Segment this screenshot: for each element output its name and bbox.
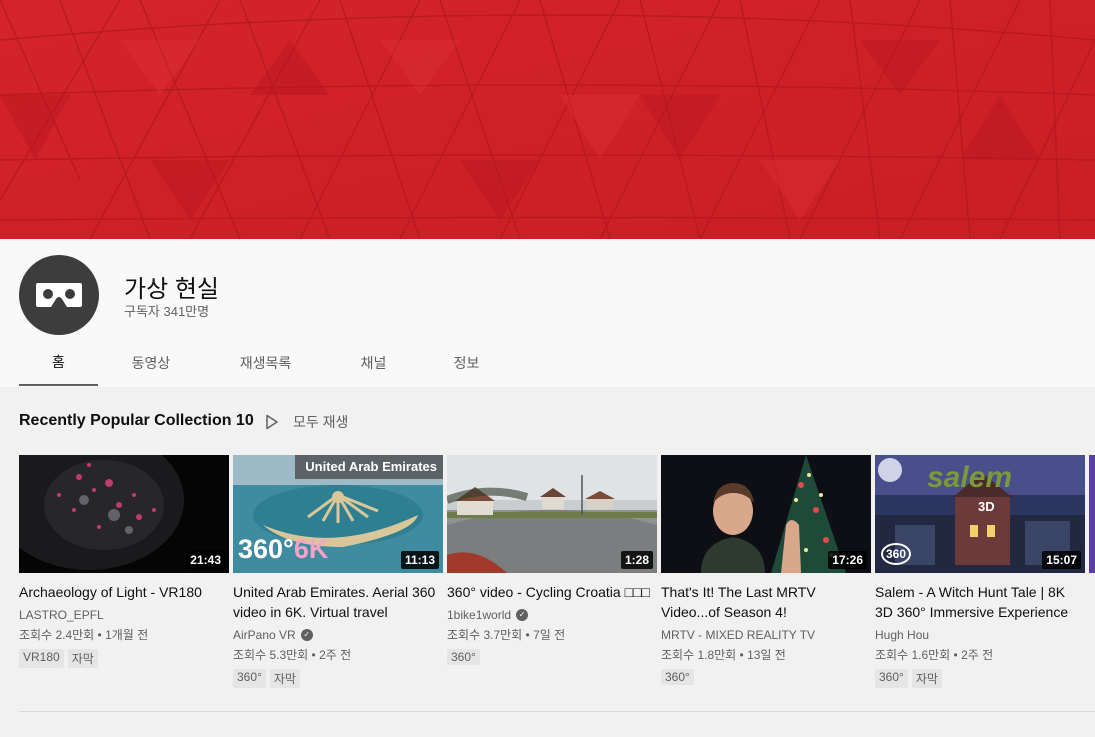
- thumbnail-360-icon: 360: [881, 543, 912, 565]
- play-all-button[interactable]: 모두 재생: [265, 412, 348, 432]
- channel-name-label: LASTRO_EPFL: [19, 608, 104, 622]
- badge: 자막: [67, 649, 98, 668]
- channel-name-label: 1bike1world: [447, 608, 512, 622]
- video-title[interactable]: United Arab Emirates. Aerial 360 video i…: [233, 582, 443, 622]
- video-title[interactable]: Archaeology of Light - VR180: [19, 582, 229, 602]
- video-badges: VR180 자막: [19, 649, 229, 668]
- tab-videos[interactable]: 동영상: [98, 340, 204, 386]
- video-badges: 360°: [447, 649, 657, 665]
- channel-banner: [0, 0, 1095, 239]
- video-meta: 조회수 5.3만회 • 2주 전: [233, 648, 352, 662]
- video-thumbnail[interactable]: salem 3D 360 15:07: [875, 455, 1085, 573]
- video-duration: 11:13: [400, 551, 439, 569]
- thumbnail-location-label: United Arab Emirates: [295, 455, 443, 479]
- thumbnail-salem-text: salem: [927, 461, 1013, 494]
- badge: 360°: [875, 669, 908, 688]
- badge: 360°: [447, 649, 480, 665]
- shelf-title[interactable]: Recently Popular Collection 10: [19, 412, 254, 430]
- channel-name: 가상 현실: [124, 276, 219, 303]
- thumbnail-360-text: 360°: [238, 534, 294, 564]
- badge: 360°: [233, 669, 266, 688]
- video-thumbnail[interactable]: 21:43: [19, 455, 229, 573]
- tab-about[interactable]: 정보: [420, 340, 513, 386]
- subscriber-count: 구독자 341만명: [124, 304, 210, 319]
- video-card[interactable]: United Arab Emirates 360°6K 11:13 United…: [233, 455, 443, 688]
- channel-header: 가상 현실 구독자 341만명 홈 동영상 재생목록 채널 정보: [0, 239, 1095, 387]
- video-channel[interactable]: MRTV - MIXED REALITY TV: [661, 628, 871, 642]
- section-divider: [19, 711, 1095, 712]
- thumbnail-overlay-text: 360°6K: [238, 534, 328, 565]
- badge: 자막: [269, 669, 300, 688]
- video-duration: 15:07: [1042, 551, 1081, 569]
- badge: 360°: [661, 669, 694, 685]
- video-thumbnail[interactable]: 17:26: [661, 455, 871, 573]
- video-badges: 360°: [661, 669, 871, 685]
- video-channel[interactable]: LASTRO_EPFL: [19, 608, 229, 622]
- vr-headset-icon: [36, 283, 82, 307]
- video-meta: 조회수 1.8만회 • 13일 전: [661, 648, 786, 662]
- verified-icon: ✓: [300, 629, 313, 641]
- video-meta: 조회수 2.4만회 • 1개월 전: [19, 628, 149, 642]
- video-title[interactable]: 360° video - Cycling Croatia □□□: [447, 582, 657, 602]
- banner-triangle-pattern: [0, 0, 1095, 239]
- video-meta: 조회수 1.6만회 • 2주 전: [875, 648, 994, 662]
- video-title[interactable]: Salem - A Witch Hunt Tale | 8K 3D 360° I…: [875, 582, 1085, 622]
- home-content: Recently Popular Collection 10 모두 재생 21:…: [0, 387, 1095, 737]
- verified-icon: ✓: [516, 609, 529, 621]
- video-card[interactable]: 21:43 Archaeology of Light - VR180 LASTR…: [19, 455, 229, 668]
- video-duration: 17:26: [828, 551, 867, 569]
- play-icon: [266, 414, 278, 430]
- video-card[interactable]: 1:28 360° video - Cycling Croatia □□□ 1b…: [447, 455, 657, 665]
- tab-channels[interactable]: 채널: [327, 340, 420, 386]
- badge: 자막: [911, 669, 942, 688]
- channel-name-label: Hugh Hou: [875, 628, 930, 642]
- video-badges: 360° 자막: [233, 669, 443, 688]
- tab-playlists[interactable]: 재생목록: [204, 340, 327, 386]
- video-thumbnail[interactable]: United Arab Emirates 360°6K 11:13: [233, 455, 443, 573]
- video-channel[interactable]: 1bike1world ✓: [447, 608, 657, 622]
- video-meta: 조회수 3.7만회 • 7일 전: [447, 628, 566, 642]
- badge: VR180: [19, 649, 64, 668]
- video-channel[interactable]: Hugh Hou: [875, 628, 1085, 642]
- thumbnail-3d-text: 3D: [978, 499, 995, 514]
- next-video-thumbnail-edge[interactable]: [1089, 455, 1095, 573]
- thumbnail-6k-text: 6K: [293, 534, 329, 564]
- video-duration: 1:28: [620, 551, 653, 569]
- play-all-label: 모두 재생: [293, 414, 349, 430]
- avatar[interactable]: [19, 255, 99, 335]
- video-card[interactable]: salem 3D 360 15:07 Salem - A Witch Hunt …: [875, 455, 1085, 688]
- video-thumbnail[interactable]: 1:28: [447, 455, 657, 573]
- video-badges: 360° 자막: [875, 669, 1085, 688]
- channel-name-label: AirPano VR: [233, 628, 296, 642]
- channel-name-label: MRTV - MIXED REALITY TV: [661, 628, 816, 642]
- video-card[interactable]: 17:26 That's It! The Last MRTV Video...o…: [661, 455, 871, 685]
- video-duration: 21:43: [186, 551, 225, 569]
- channel-tabs: 홈 동영상 재생목록 채널 정보: [19, 340, 513, 386]
- video-channel[interactable]: AirPano VR ✓: [233, 628, 443, 642]
- video-title[interactable]: That's It! The Last MRTV Video...of Seas…: [661, 582, 871, 622]
- tab-home[interactable]: 홈: [19, 340, 98, 386]
